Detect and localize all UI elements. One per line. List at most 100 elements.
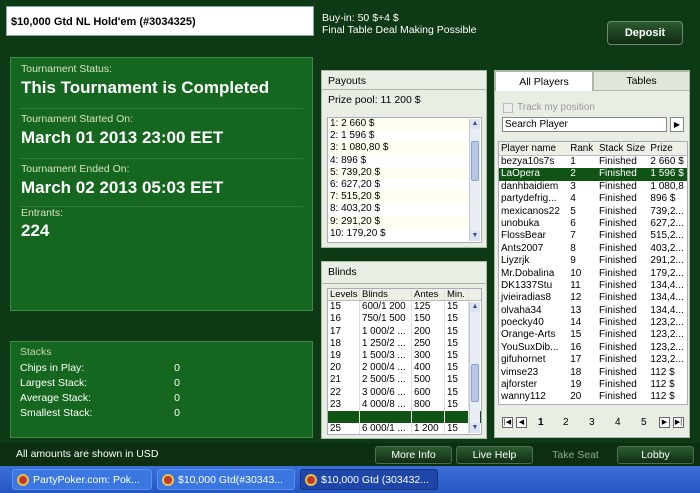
player-cell: 15	[570, 329, 582, 341]
page-number[interactable]: 4	[615, 417, 621, 428]
player-row[interactable]: FlossBear 7 Finished 515,2...	[499, 230, 687, 242]
next-page-icon[interactable]: ▶	[659, 417, 670, 428]
column-header[interactable]: Antes	[412, 289, 445, 301]
blinds-cell: 500	[412, 374, 445, 387]
more-info-button[interactable]: More Info	[375, 446, 452, 464]
blinds-cell: 18	[328, 337, 360, 350]
first-page-icon[interactable]: |◀	[502, 417, 513, 428]
taskbar-item-active[interactable]: $10,000 Gtd (303432...	[300, 469, 438, 490]
payouts-title: Payouts	[328, 75, 366, 87]
scroll-down-icon[interactable]: ▼	[470, 231, 480, 241]
player-cell: Liyzrjk	[501, 255, 530, 267]
player-row[interactable]: poecky40 14 Finished 123,2...	[499, 317, 687, 329]
payouts-scrollbar[interactable]: ▲ ▼	[469, 119, 480, 241]
last-page-icon[interactable]: ▶|	[673, 417, 684, 428]
blinds-row[interactable]: 25 6 000/1 ... 1 200 15	[328, 423, 481, 434]
player-cell: 112 $	[650, 379, 675, 391]
blinds-row[interactable]: 22 3 000/6 ... 600 15	[328, 386, 481, 399]
player-row[interactable]: jvieiradias8 12 Finished 134,4...	[499, 292, 687, 304]
blinds-cell: 16	[328, 313, 360, 326]
scroll-down-icon[interactable]: ▼	[470, 423, 480, 433]
search-go-icon[interactable]: ▶	[670, 117, 684, 132]
player-cell: Finished	[598, 379, 637, 391]
deposit-button[interactable]: Deposit	[607, 21, 683, 45]
player-row[interactable]: ajforster 19 Finished 112 $	[499, 379, 687, 391]
blinds-row[interactable]: 23 4 000/8 ... 800 15	[328, 398, 481, 411]
prev-page-icon[interactable]: ◀	[516, 417, 527, 428]
blinds-scrollbar[interactable]: ▲ ▼	[469, 302, 480, 433]
divider	[19, 108, 303, 109]
player-row[interactable]: Ants2007 8 Finished 403,2...	[499, 243, 687, 255]
player-row[interactable]: wanny112 20 Finished 112 $	[499, 391, 687, 403]
column-header[interactable]: Rank	[568, 142, 597, 155]
player-row[interactable]: mexicanos22 5 Finished 739,2...	[499, 206, 687, 218]
take-seat-button[interactable]: Take Seat	[537, 446, 614, 464]
scroll-up-icon[interactable]: ▲	[470, 302, 480, 312]
search-player-input[interactable]	[502, 117, 667, 132]
blinds-row[interactable]: 20 2 000/4 ... 400 15	[328, 362, 481, 375]
column-header[interactable]: Prize	[648, 142, 687, 155]
track-position-toggle[interactable]: Track my position	[503, 102, 595, 113]
player-row[interactable]: unobuka 6 Finished 627,2...	[499, 218, 687, 230]
player-cell: bezya10s7s	[501, 156, 555, 167]
blinds-cell: 5 000/1 ...	[360, 410, 412, 424]
page-number[interactable]: 3	[589, 417, 595, 428]
track-checkbox[interactable]	[503, 102, 513, 113]
player-row[interactable]: DK1337Stu 11 Finished 134,4...	[499, 280, 687, 292]
player-row[interactable]: LaOpera 2 Finished 1 596 $	[499, 168, 687, 181]
column-header[interactable]: Player name	[499, 142, 568, 155]
stack-row: Chips in Play: 0	[20, 362, 180, 374]
blinds-table[interactable]: Levels Blinds Antes Min. 15 600/1 200 125 1…	[327, 288, 482, 435]
taskbar-item[interactable]: PartyPoker.com: Pok...	[12, 469, 152, 490]
blinds-cell: 300	[412, 349, 445, 363]
player-row[interactable]: danhbaidiem 3 Finished 1 080,8	[499, 181, 687, 193]
page-number[interactable]: 5	[641, 417, 647, 428]
status-value: This Tournament is Completed	[21, 78, 270, 97]
player-row[interactable]: YouSuxDib... 16 Finished 123,2...	[499, 342, 687, 354]
blinds-cell: 15	[445, 423, 469, 434]
blinds-row[interactable]: 19 1 500/3 ... 300 15	[328, 349, 481, 363]
blinds-cell: 125	[412, 301, 445, 314]
column-header[interactable]: Stack Size	[597, 142, 648, 155]
blinds-row[interactable]: 18 1 250/2 ... 250 15	[328, 337, 481, 350]
blinds-cell: 3 000/6 ...	[360, 386, 412, 399]
player-row[interactable]: partydefrig... 4 Finished 896 $	[499, 193, 687, 205]
page-number[interactable]: 2	[563, 417, 569, 428]
player-cell: Finished	[598, 168, 637, 180]
player-row[interactable]: olvaha34 13 Finished 134,4...	[499, 305, 687, 317]
blinds-row[interactable]: 15 600/1 200 125 15	[328, 301, 481, 314]
blinds-row[interactable]: 24 5 000/1 ... 1 000 15	[328, 410, 481, 424]
player-cell: Finished	[598, 193, 637, 205]
player-row[interactable]: bezya10s7s 1 Finished 2 660 $	[499, 156, 687, 168]
scroll-thumb[interactable]	[471, 141, 479, 181]
column-header[interactable]: Blinds	[360, 289, 412, 301]
blinds-row[interactable]: 21 2 500/5 ... 500 15	[328, 374, 481, 387]
payouts-list[interactable]: 1: 2 660 $2: 1 596 $3: 1 080,80 $4: 896 …	[327, 117, 482, 243]
blinds-row[interactable]: 16 750/1 500 150 15	[328, 313, 481, 326]
player-row[interactable]: Mr.Dobalina 10 Finished 179,2...	[499, 268, 687, 280]
player-row[interactable]: vimse23 18 Finished 112 $	[499, 367, 687, 379]
player-row[interactable]: gifuhornet 17 Finished 123,2...	[499, 354, 687, 366]
player-cell: 4	[570, 193, 576, 205]
blinds-cell: 1 000/2 ...	[360, 325, 412, 338]
blinds-row[interactable]: 17 1 000/2 ... 200 15	[328, 325, 481, 338]
tournament-title: $10,000 Gtd NL Hold'em (#3034325)	[6, 6, 314, 36]
players-table[interactable]: Player name Rank Stack Size Prize bezya1…	[498, 141, 688, 405]
player-row[interactable]: Orange-Arts 15 Finished 123,2...	[499, 329, 687, 341]
player-cell: 291,2...	[650, 255, 684, 267]
tab-tables[interactable]: Tables	[593, 71, 690, 91]
player-cell: danhbaidiem	[501, 180, 559, 192]
player-row[interactable]: Liyzrjk 9 Finished 291,2...	[499, 255, 687, 267]
blinds-cell: 2 500/5 ...	[360, 374, 412, 387]
page-number[interactable]: 1	[538, 417, 544, 428]
player-cell: 8	[570, 242, 576, 254]
taskbar-item[interactable]: $10,000 Gtd(#30343...	[157, 469, 295, 490]
player-cell: vimse23	[501, 366, 539, 378]
lobby-button[interactable]: Lobby	[617, 446, 694, 464]
column-header[interactable]: Min.	[445, 289, 469, 301]
live-help-button[interactable]: Live Help	[456, 446, 533, 464]
scroll-up-icon[interactable]: ▲	[470, 119, 480, 129]
tab-all-players[interactable]: All Players	[495, 71, 593, 91]
column-header[interactable]: Levels	[328, 289, 360, 301]
scroll-thumb[interactable]	[471, 364, 479, 402]
